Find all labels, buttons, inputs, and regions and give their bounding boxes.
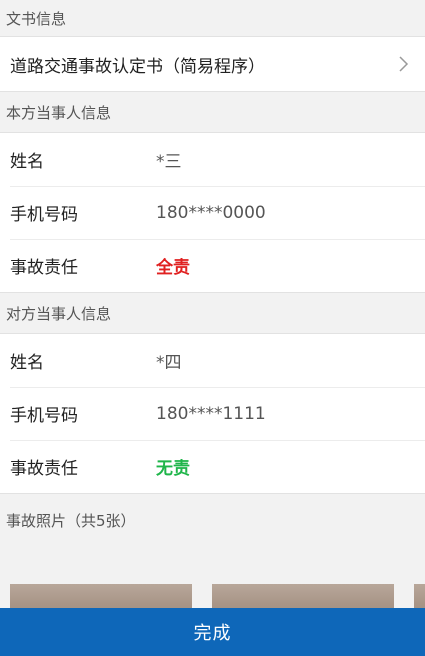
chevron-right-icon — [399, 56, 409, 72]
own-name-label: 姓名 — [10, 152, 44, 172]
accident-photo-thumbnail[interactable] — [414, 584, 425, 608]
own-phone-value: 180****0000 — [156, 202, 266, 223]
photo-strip — [0, 584, 425, 608]
document-link-row[interactable]: 道路交通事故认定书（简易程序） — [0, 37, 425, 91]
document-title: 道路交通事故认定书（简易程序） — [10, 56, 265, 77]
document-card: 道路交通事故认定书（简易程序） — [0, 36, 425, 92]
own-phone-row: 手机号码 180****0000 — [0, 186, 425, 239]
own-name-row: 姓名 *三 — [0, 133, 425, 186]
other-phone-value: 180****1111 — [156, 403, 266, 424]
photos-section-header: 事故照片（共5张） — [0, 494, 425, 546]
other-party-card: 姓名 *四 手机号码 180****1111 事故责任 无责 — [0, 333, 425, 494]
other-party-section-header: 对方当事人信息 — [0, 293, 425, 333]
other-name-label: 姓名 — [10, 353, 44, 373]
done-button[interactable]: 完成 — [0, 608, 425, 656]
own-responsibility-row: 事故责任 全责 — [0, 239, 425, 292]
other-name-row: 姓名 *四 — [0, 334, 425, 387]
own-party-section-header: 本方当事人信息 — [0, 92, 425, 132]
other-responsibility-label: 事故责任 — [10, 459, 78, 479]
own-responsibility-value: 全责 — [156, 258, 190, 278]
other-responsibility-row: 事故责任 无责 — [0, 440, 425, 493]
own-phone-label: 手机号码 — [10, 205, 78, 225]
document-section-header: 文书信息 — [0, 0, 425, 36]
own-name-value: *三 — [156, 152, 182, 172]
accident-photo-thumbnail[interactable] — [10, 584, 192, 608]
other-phone-row: 手机号码 180****1111 — [0, 387, 425, 440]
own-responsibility-label: 事故责任 — [10, 258, 78, 278]
other-responsibility-value: 无责 — [156, 459, 190, 479]
own-party-card: 姓名 *三 手机号码 180****0000 事故责任 全责 — [0, 132, 425, 293]
accident-photo-thumbnail[interactable] — [212, 584, 394, 608]
other-phone-label: 手机号码 — [10, 406, 78, 426]
other-name-value: *四 — [156, 353, 182, 373]
